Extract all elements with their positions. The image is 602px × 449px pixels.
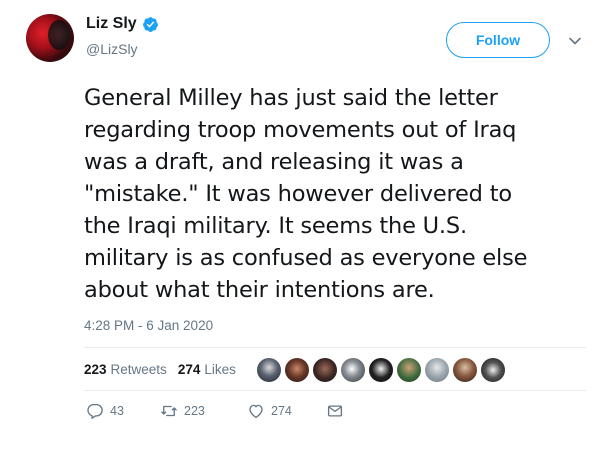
divider — [84, 390, 586, 391]
reply-icon — [87, 403, 103, 419]
heart-icon — [249, 404, 263, 419]
likes-count[interactable]: 274 — [178, 362, 201, 377]
envelope-icon — [327, 405, 343, 417]
retweet-count: 223 — [184, 404, 205, 418]
liker-avatar[interactable] — [257, 358, 281, 382]
liker-avatar[interactable] — [285, 358, 309, 382]
reply-count: 43 — [110, 404, 124, 418]
liker-avatar[interactable] — [453, 358, 477, 382]
tweet-text-line: about what their intentions are. — [84, 277, 435, 303]
tweet-text: General Milley has just said the letter … — [84, 82, 584, 306]
avatar[interactable] — [26, 14, 74, 62]
retweets-count[interactable]: 223 — [84, 362, 107, 377]
author-handle[interactable]: @LizSly — [86, 41, 138, 57]
liker-avatar[interactable] — [369, 358, 393, 382]
like-count: 274 — [271, 404, 292, 418]
liker-avatar[interactable] — [313, 358, 337, 382]
reply-button[interactable]: 43 — [86, 402, 124, 420]
tweet-text-line: regarding troop movements out of Iraq — [84, 117, 517, 143]
liker-avatar[interactable] — [341, 358, 365, 382]
direct-message-button[interactable] — [326, 402, 344, 420]
chevron-down-icon[interactable] — [568, 36, 582, 46]
retweets-label[interactable]: Retweets — [111, 362, 167, 377]
retweet-button[interactable]: 223 — [160, 402, 205, 420]
verified-badge-icon — [142, 16, 158, 32]
like-button[interactable]: 274 — [247, 402, 292, 420]
tweet-text-line: was a draft, and releasing it was a — [84, 149, 464, 175]
tweet-text-line: "mistake." It was however delivered to — [84, 181, 512, 207]
tweet-text-line: military is as confused as everyone else — [84, 245, 528, 271]
tweet-text-line: General Milley has just said the letter — [84, 85, 498, 111]
liker-avatar[interactable] — [425, 358, 449, 382]
tweet-stats: 223 Retweets 274 Likes — [84, 362, 247, 377]
divider — [84, 347, 586, 348]
author-name-row[interactable]: Liz Sly — [86, 15, 159, 33]
retweet-icon — [161, 405, 177, 417]
tweet-text-line: the Iraqi military. It seems the U.S. — [84, 213, 467, 239]
likes-label[interactable]: Likes — [204, 362, 236, 377]
follow-button[interactable]: Follow — [446, 22, 550, 58]
tweet-timestamp[interactable]: 4:28 PM - 6 Jan 2020 — [84, 318, 213, 333]
display-name[interactable]: Liz Sly — [86, 15, 137, 33]
liker-avatar[interactable] — [481, 358, 505, 382]
liker-avatar[interactable] — [397, 358, 421, 382]
liker-avatars — [257, 358, 505, 382]
